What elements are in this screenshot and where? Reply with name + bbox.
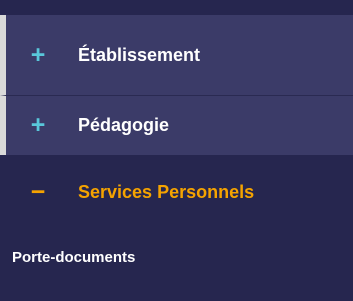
menu-item-etablissement[interactable]: + Établissement [0,15,353,96]
menu-item-label: Pédagogie [78,115,170,135]
submenu-item-label: Porte-documents [12,249,136,266]
minus-icon[interactable]: − [26,180,50,205]
menu-item-label: Établissement [78,44,201,65]
menu-item-services-personnels[interactable]: − Services Personnels [0,155,353,230]
menu-item-pedagogie[interactable]: + Pédagogie [0,96,353,155]
side-menu: + Établissement + Pédagogie − Services P… [0,0,353,301]
plus-icon[interactable]: + [26,42,50,68]
submenu-item-porte-documents[interactable]: Porte-documents [0,230,353,285]
menu-item-label: Services Personnels [78,182,255,202]
plus-icon[interactable]: + [26,113,50,138]
